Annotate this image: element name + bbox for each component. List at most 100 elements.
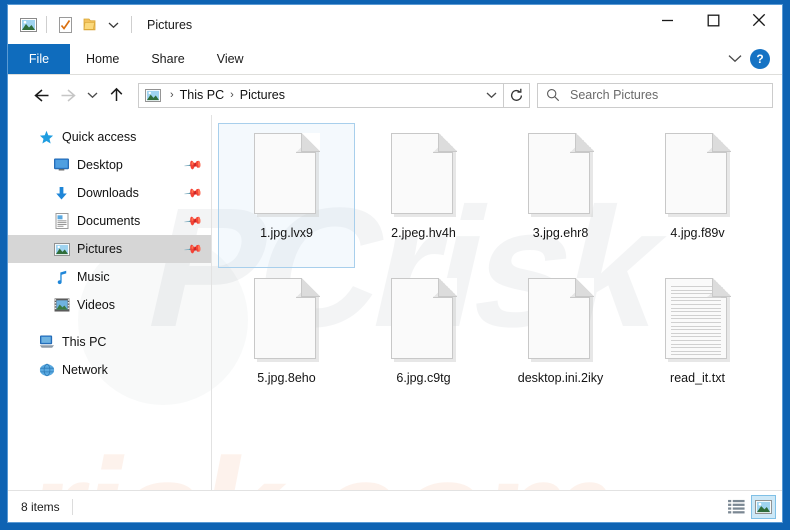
breadcrumb: › This PC › Pictures [139,88,285,102]
file-item[interactable]: read_it.txt [629,268,766,413]
chevron-down-icon[interactable] [728,50,742,68]
network-icon [38,362,55,379]
pictures-icon [53,241,70,258]
sidebar-label: Quick access [62,130,137,144]
tab-share[interactable]: Share [135,44,200,74]
tab-file[interactable]: File [8,44,70,74]
large-icons-view-button[interactable] [751,494,776,519]
star-icon [38,129,55,146]
ribbon-right-controls: ? [728,44,782,74]
sidebar-label: Pictures [77,242,123,256]
breadcrumb-item-pictures[interactable]: Pictures [240,88,285,102]
pin-icon[interactable]: 📌 [183,155,203,175]
download-icon [53,185,70,202]
tab-home[interactable]: Home [70,44,135,74]
forward-button[interactable] [55,82,82,109]
sidebar-label: Network [62,363,108,377]
file-item[interactable]: 3.jpg.ehr8 [492,123,629,268]
sidebar-item-downloads[interactable]: Downloads 📌 [8,179,211,207]
new-folder-icon[interactable] [78,14,100,36]
sidebar-item-quick-access[interactable]: Quick access [8,123,211,151]
sidebar-item-network[interactable]: Network [8,356,211,384]
item-count: 8 items [21,499,60,514]
sidebar-item-videos[interactable]: Videos [8,291,211,319]
window-title: Pictures [147,17,193,32]
file-item[interactable]: 4.jpg.f89v [629,123,766,268]
close-button[interactable] [736,5,782,35]
file-name: 2.jpeg.hv4h [391,226,456,240]
file-item[interactable]: 6.jpg.c9tg [355,268,492,413]
up-button[interactable] [103,82,130,109]
blank-file-icon [390,278,457,363]
file-item[interactable]: 1.jpg.lvx9 [218,123,355,268]
refresh-icon[interactable] [504,82,530,108]
videos-icon [53,297,70,314]
desktop-background: Pictures File Home Share View ? › This P… [0,0,790,530]
help-icon[interactable]: ? [750,49,770,69]
system-menu-icon[interactable] [17,14,39,36]
blank-file-icon [390,133,457,218]
desktop-icon [53,157,70,174]
quick-access-toolbar [8,14,137,36]
sidebar-item-pictures[interactable]: Pictures 📌 [8,235,211,263]
pin-icon[interactable]: 📌 [183,239,203,259]
file-name: read_it.txt [670,371,725,385]
window-body: PCrisk risk.com Quick access Desktop 📌 D… [8,115,782,522]
sidebar-label: This PC [62,335,107,349]
properties-icon[interactable] [54,14,76,36]
search-input[interactable]: Search Pictures [537,82,773,108]
sidebar-label: Downloads [77,186,139,200]
toolbar-separator [46,16,47,33]
file-grid: 1.jpg.lvx9 2.jpeg.hv4h 3.jpg.ehr8 4.jpg.… [218,123,782,413]
back-button[interactable] [28,82,55,109]
ribbon-tab-bar: File Home Share View ? [8,44,782,75]
blank-file-icon [527,278,594,363]
sidebar-item-music[interactable]: Music [8,263,211,291]
blank-file-icon [253,278,320,363]
search-icon [546,88,560,102]
this-pc-icon [38,334,55,351]
pin-icon[interactable]: 📌 [183,211,203,231]
sidebar-item-documents[interactable]: Documents 📌 [8,207,211,235]
sidebar-label: Music [77,270,110,284]
sidebar-item-this-pc[interactable]: This PC [8,328,211,356]
maximize-button[interactable] [690,5,736,35]
navigation-bar: › This PC › Pictures Search Pictures [8,75,782,115]
breadcrumb-folder-icon [145,88,161,102]
file-name: 6.jpg.c9tg [396,371,451,385]
file-name: 1.jpg.lvx9 [260,226,313,240]
sidebar-label: Desktop [77,158,123,172]
text-file-icon [664,278,731,363]
status-bar: 8 items [8,490,782,522]
address-bar[interactable]: › This PC › Pictures [138,82,504,108]
breadcrumb-item-this-pc[interactable]: This PC [180,88,224,102]
sidebar-label: Videos [77,298,115,312]
details-view-button[interactable] [724,495,749,519]
view-buttons [724,494,776,519]
file-name: desktop.ini.2iky [517,371,604,385]
file-name: 5.jpg.8eho [257,371,316,385]
tab-view[interactable]: View [201,44,260,74]
title-separator [131,16,132,33]
blank-file-icon [527,133,594,218]
minimize-button[interactable] [644,5,690,35]
pin-icon[interactable]: 📌 [183,183,203,203]
file-item[interactable]: 5.jpg.8eho [218,268,355,413]
breadcrumb-separator: › [170,89,174,101]
caption-buttons [644,5,782,44]
breadcrumb-separator: › [230,89,234,101]
file-item[interactable]: 2.jpeg.hv4h [355,123,492,268]
file-explorer-window: Pictures File Home Share View ? › This P… [7,4,783,523]
documents-icon [53,213,70,230]
search-placeholder: Search Pictures [570,88,659,102]
navigation-pane: Quick access Desktop 📌 Downloads 📌 Docum… [8,115,212,490]
blank-file-icon [253,133,320,218]
status-separator [71,498,73,515]
address-dropdown-icon[interactable] [479,84,503,107]
recent-locations-button[interactable] [82,82,103,109]
customize-qat-icon[interactable] [102,14,124,36]
file-item[interactable]: desktop.ini.2iky [492,268,629,413]
file-list-view[interactable]: 1.jpg.lvx9 2.jpeg.hv4h 3.jpg.ehr8 4.jpg.… [212,115,782,490]
sidebar-item-desktop[interactable]: Desktop 📌 [8,151,211,179]
